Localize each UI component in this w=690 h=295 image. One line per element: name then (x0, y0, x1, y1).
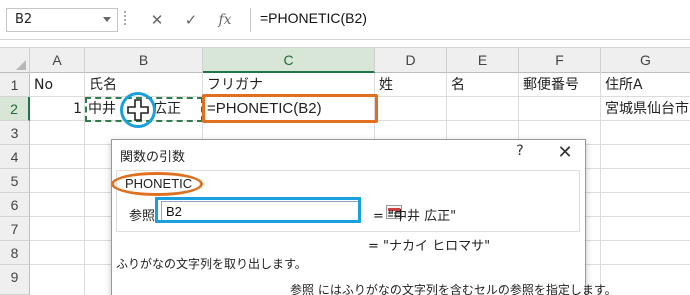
argument-input-highlight (155, 197, 361, 223)
row-header-1[interactable]: 1 (0, 73, 30, 97)
column-header-b[interactable]: B (85, 48, 203, 73)
select-all-button[interactable] (0, 48, 30, 73)
formula-bar: B2 ✕ ✓ fx =PHONETIC(B2) (0, 0, 690, 40)
argument-result: = "中井 広正" (373, 209, 457, 224)
column-header-c[interactable]: C (203, 48, 375, 73)
cell-c2-highlight (202, 94, 378, 123)
function-description: ふりがなの文字列を取り出します。 (116, 257, 307, 271)
row-header-7[interactable]: 7 (0, 217, 30, 241)
row-header-9[interactable]: 9 (0, 265, 30, 295)
column-header-f[interactable]: F (519, 48, 601, 73)
row-header-4[interactable]: 4 (0, 145, 30, 169)
cancel-button[interactable]: ✕ (142, 6, 172, 34)
column-header-g[interactable]: G (601, 48, 690, 73)
chevron-down-icon[interactable] (103, 17, 111, 22)
gridline (600, 73, 601, 295)
check-icon: ✓ (184, 11, 198, 29)
enter-button[interactable]: ✓ (176, 6, 206, 34)
row-header-5[interactable]: 5 (0, 169, 30, 193)
help-button[interactable]: ? (510, 143, 530, 159)
drag-handle-icon[interactable] (124, 11, 126, 29)
formula-input[interactable]: =PHONETIC(B2) (260, 10, 367, 26)
row-header-6[interactable]: 6 (0, 193, 30, 217)
close-icon: ✕ (150, 11, 164, 29)
name-box[interactable]: B2 (6, 8, 118, 32)
column-header-a[interactable]: A (30, 48, 85, 73)
cell-a1[interactable]: No (34, 73, 84, 97)
name-box-value: B2 (15, 12, 33, 27)
close-button[interactable]: ✕ (554, 142, 576, 163)
formula-buttons: ✕ ✓ fx (134, 6, 244, 34)
formula-divider (250, 8, 251, 32)
cell-g2[interactable]: 宮城県仙台市 (605, 97, 690, 121)
row-header-3[interactable]: 3 (0, 121, 30, 145)
cell-a2[interactable]: 1 (34, 97, 82, 121)
cell-f1[interactable]: 郵便番号 (523, 73, 599, 97)
cell-g1[interactable]: 住所A (605, 73, 690, 97)
insert-function-button[interactable]: fx (210, 6, 240, 34)
fx-icon: fx (218, 12, 232, 28)
formula-result: = "ナカイ ヒロマサ" (368, 239, 491, 254)
argument-label: 参照 (129, 209, 156, 224)
select-all-icon (16, 60, 26, 70)
cell-e1[interactable]: 名 (451, 73, 517, 97)
function-name-highlight (111, 172, 203, 196)
cell-cursor-icon (127, 99, 149, 121)
column-header-bar: A B C D E F G (0, 47, 690, 73)
row-header-8[interactable]: 8 (0, 241, 30, 265)
argument-description: 参照 にはふりがなの文字列を含むセルの参照を指定します。 (290, 283, 617, 295)
row-header-2[interactable]: 2 (0, 97, 30, 121)
dialog-title: 関数の引数 (120, 150, 186, 165)
cell-d1[interactable]: 姓 (379, 73, 445, 97)
column-header-d[interactable]: D (375, 48, 447, 73)
column-header-e[interactable]: E (447, 48, 519, 73)
